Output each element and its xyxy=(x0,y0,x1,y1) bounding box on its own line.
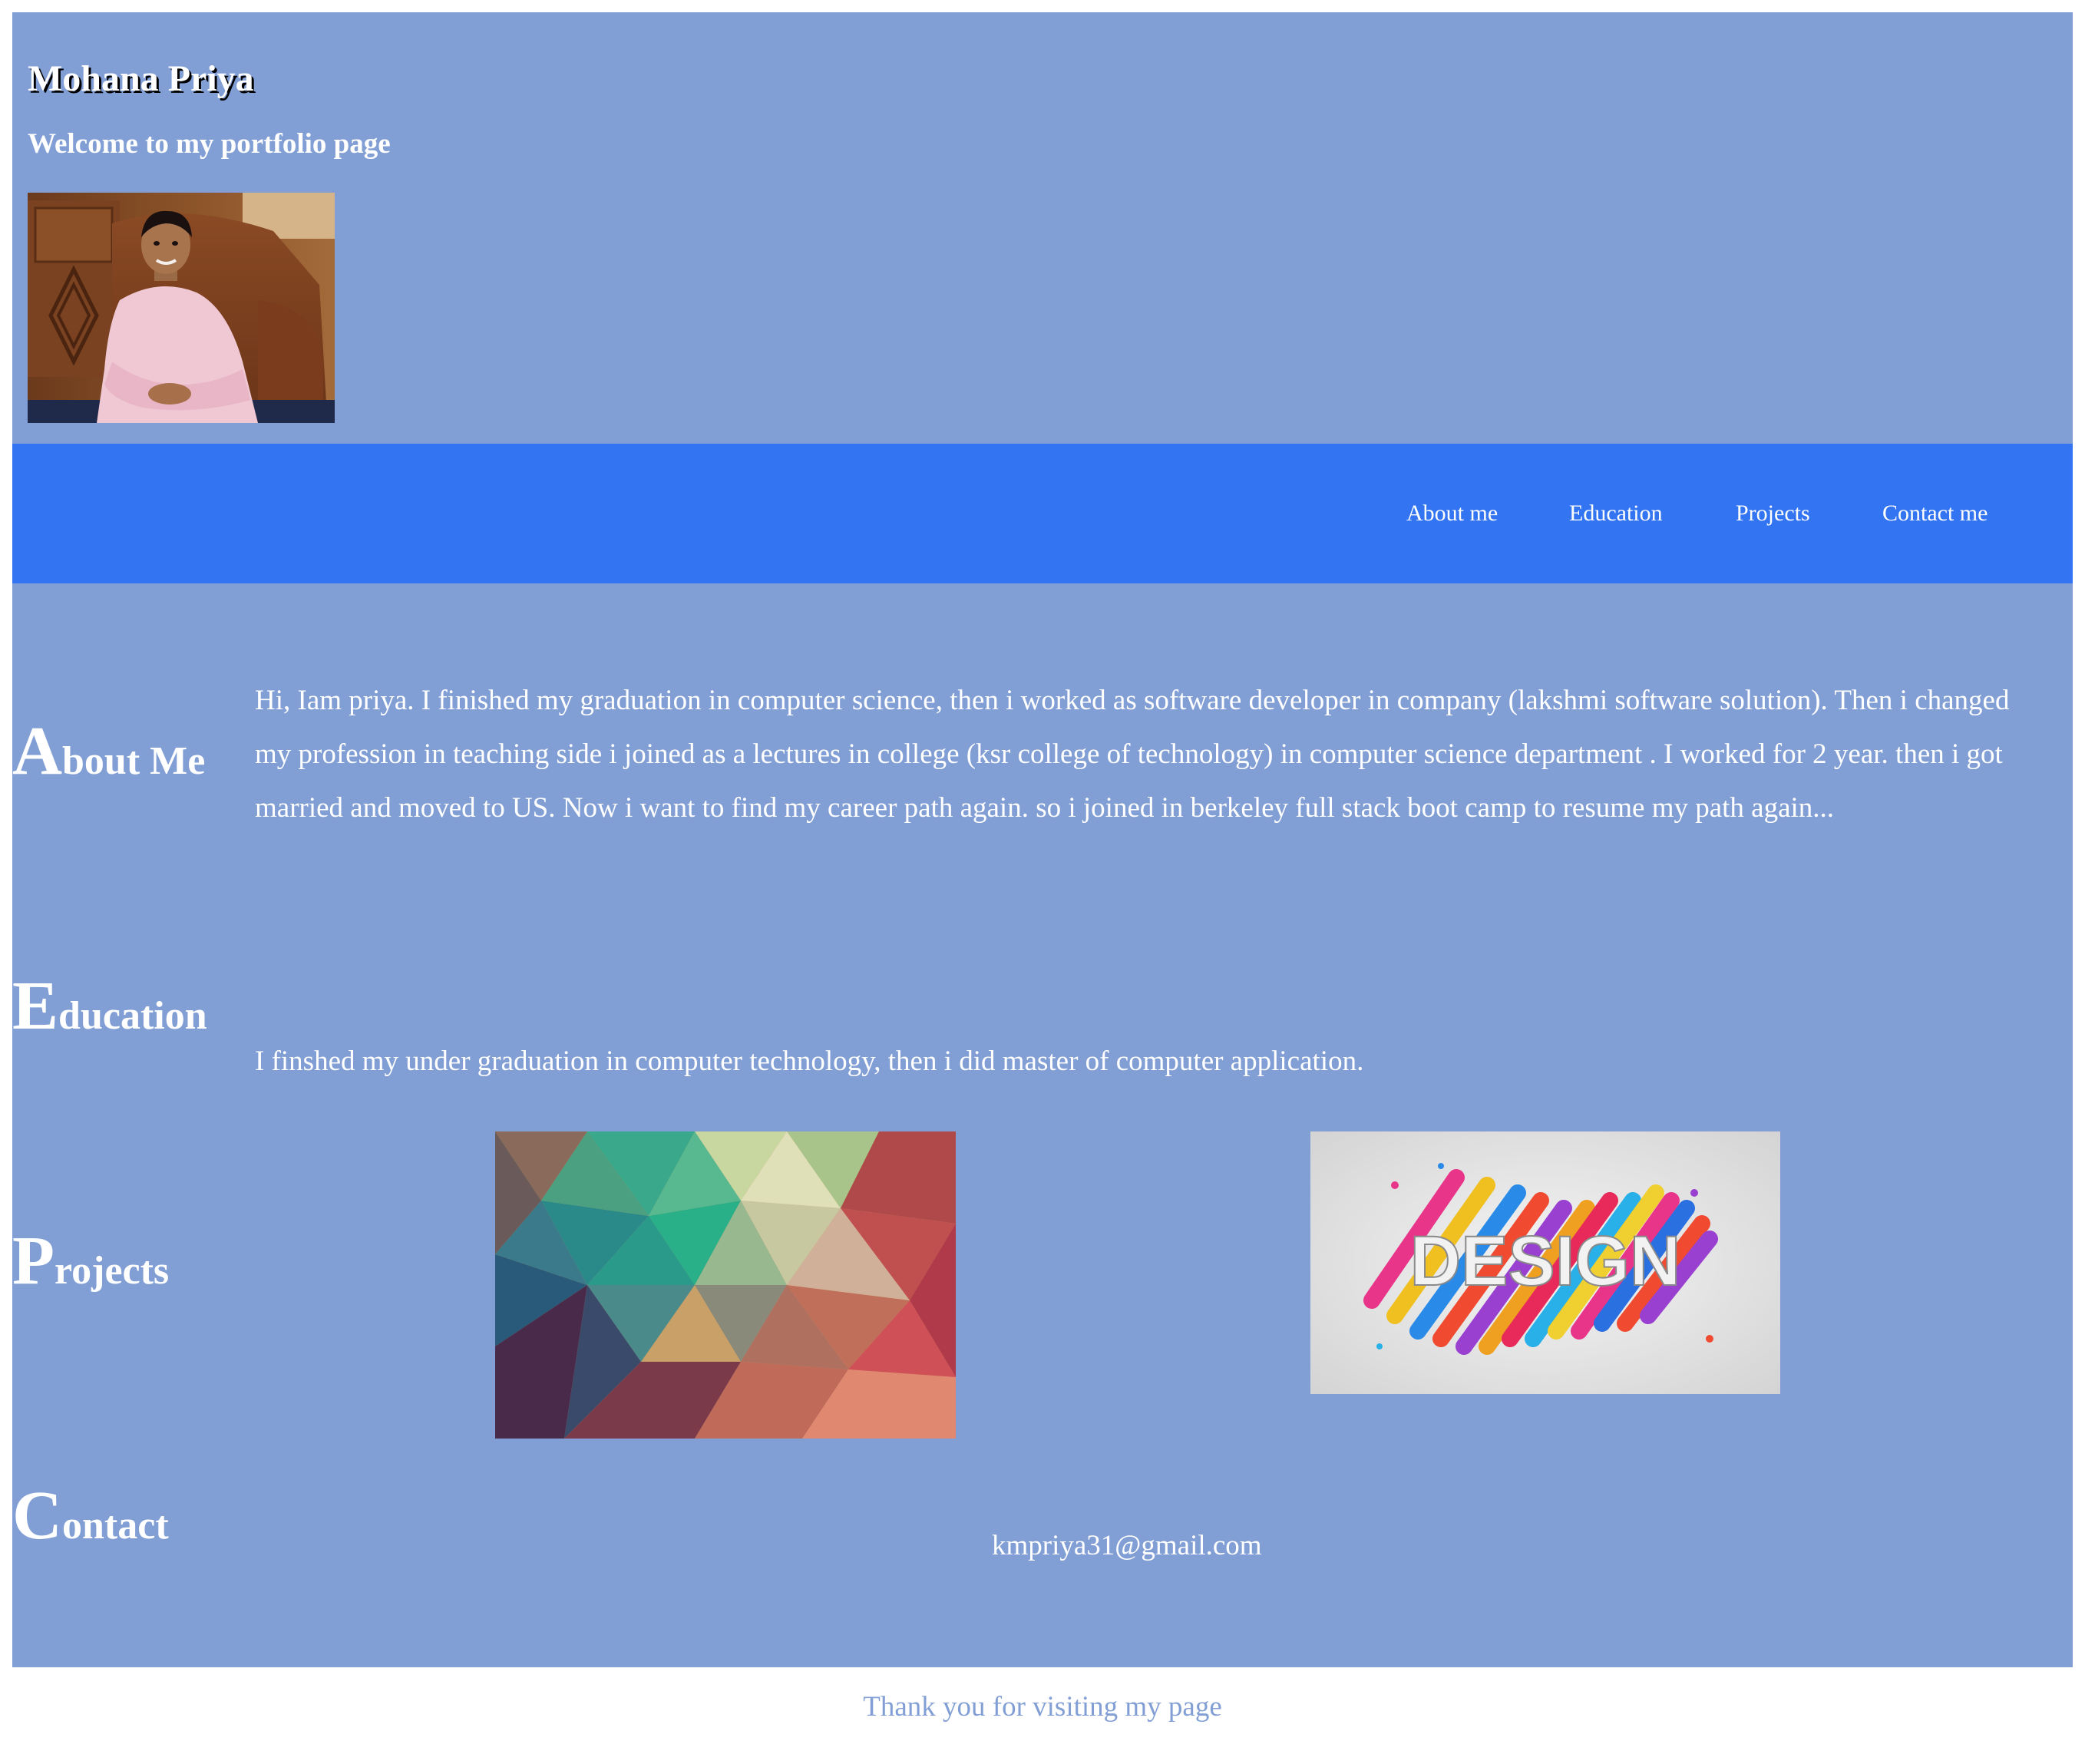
header: Mohana Priya Welcome to my portfolio pag… xyxy=(12,12,2073,444)
site-title: Mohana Priya xyxy=(28,58,254,99)
contact-heading-rest: ontact xyxy=(62,1504,169,1548)
education-heading-initial: E xyxy=(12,968,59,1044)
education-heading-rest: ducation xyxy=(58,994,207,1038)
nav-link-projects[interactable]: Projects xyxy=(1736,444,1810,583)
project-design-image[interactable]: DESIGN xyxy=(1310,1131,1780,1394)
projects-heading-rest: rojects xyxy=(54,1249,170,1293)
about-text: Hi, Iam priya. I finished my graduation … xyxy=(255,685,2010,824)
nav-link-education[interactable]: Education xyxy=(1569,444,1663,583)
contact-heading: Contact xyxy=(12,1482,169,1551)
nav-link-about-me[interactable]: About me xyxy=(1406,444,1498,583)
page-container: Mohana Priya Welcome to my portfolio pag… xyxy=(12,12,2073,1667)
project-polygon-art-image[interactable] xyxy=(495,1131,956,1439)
about-heading-initial: A xyxy=(12,713,62,789)
footer-text: Thank you for visiting my page xyxy=(863,1691,1222,1723)
site-subtitle: Welcome to my portfolio page xyxy=(28,128,391,160)
education-text: I finshed my under graduation in compute… xyxy=(255,1046,1364,1077)
nav-bar: About me Education Projects Contact me xyxy=(12,444,2073,583)
nav-link-contact-me[interactable]: Contact me xyxy=(1882,444,1988,583)
about-heading: About Me xyxy=(12,717,205,786)
design-logo-text: DESIGN xyxy=(1410,1222,1681,1300)
projects-heading: Projects xyxy=(12,1227,169,1296)
projects-heading-initial: P xyxy=(12,1223,55,1299)
contact-heading-initial: C xyxy=(12,1478,62,1554)
contact-email-link[interactable]: kmpriya31@gmail.com xyxy=(992,1529,1262,1563)
profile-photo xyxy=(28,193,335,423)
education-heading: Education xyxy=(12,972,207,1041)
about-heading-rest: bout Me xyxy=(62,739,206,783)
